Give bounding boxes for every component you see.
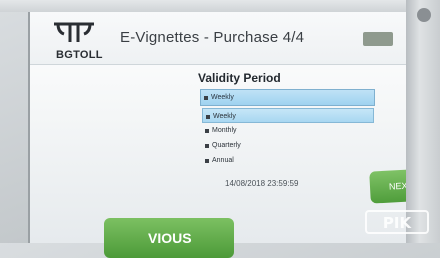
bullet-icon <box>204 96 208 100</box>
bullet-icon <box>205 159 209 163</box>
bullet-icon <box>205 144 209 148</box>
kiosk-screen: BGTOLL E-Vignettes - Purchase 4/4 Validi… <box>28 12 410 243</box>
option-label: Monthly <box>212 127 237 134</box>
option-quarterly[interactable]: Quarterly <box>202 138 374 153</box>
kiosk-bezel-top <box>0 0 440 12</box>
validity-options-list: Weekly Monthly Quarterly Annual <box>202 108 374 168</box>
validity-period-heading: Validity Period <box>198 71 281 85</box>
bullet-icon <box>205 129 209 133</box>
pik-watermark-logo: PIK <box>365 210 429 234</box>
option-label: Annual <box>212 157 234 164</box>
option-label: Quarterly <box>212 142 241 149</box>
kiosk-hole-icon <box>417 8 431 22</box>
next-button[interactable]: NEXT <box>369 168 410 204</box>
option-label: Weekly <box>213 113 236 120</box>
previous-button[interactable]: VIOUS <box>104 218 234 258</box>
header-action-button[interactable] <box>363 32 393 46</box>
validity-end-datetime: 14/08/2018 23:59:59 <box>225 179 299 188</box>
bullet-icon <box>206 115 210 119</box>
watermark-text: PIK <box>383 214 413 232</box>
select-current-value: Weekly <box>211 94 234 101</box>
validity-period-select[interactable]: Weekly <box>200 89 375 106</box>
option-annual[interactable]: Annual <box>202 153 374 168</box>
page-title: E-Vignettes - Purchase 4/4 <box>120 29 305 46</box>
option-monthly[interactable]: Monthly <box>202 123 374 138</box>
brand-name: BGTOLL <box>56 49 103 61</box>
option-weekly[interactable]: Weekly <box>202 108 374 123</box>
